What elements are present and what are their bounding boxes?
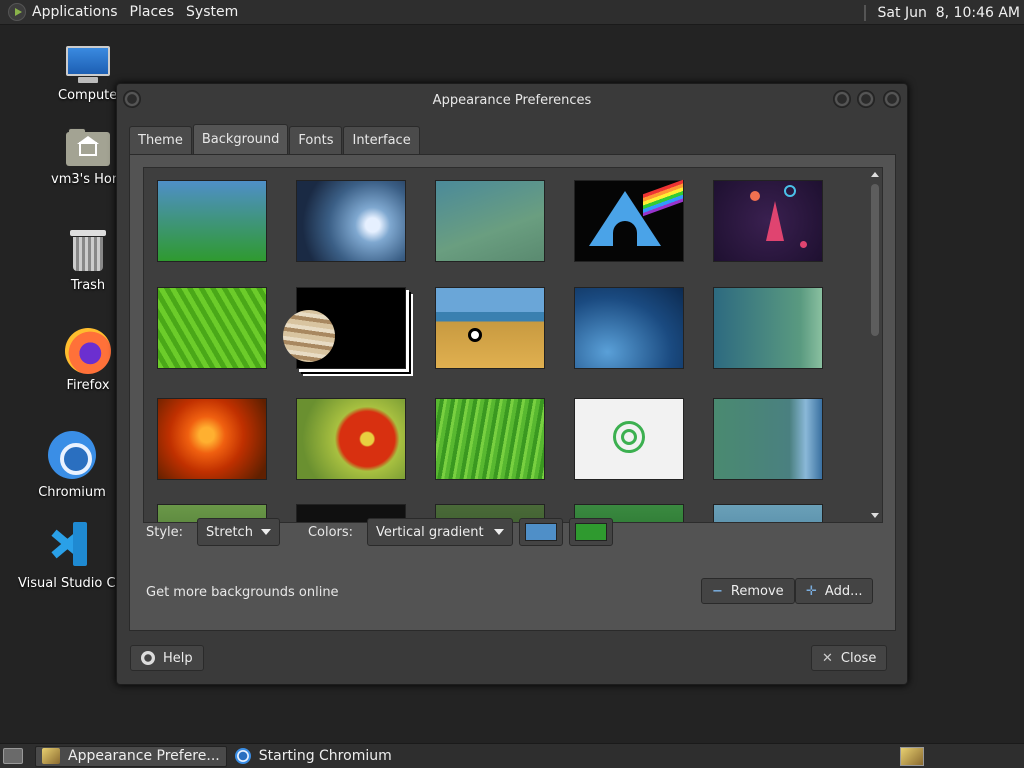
tab-fonts[interactable]: Fonts xyxy=(289,126,343,154)
menu-system[interactable]: System xyxy=(180,4,244,20)
close-icon: ✕ xyxy=(822,650,833,666)
taskbar-item-appearance[interactable]: Appearance Prefere... xyxy=(35,745,227,767)
wallpaper-thumbnail[interactable] xyxy=(296,398,406,480)
trash-icon xyxy=(70,230,106,272)
add-button-label: Add... xyxy=(824,583,863,599)
wallpaper-thumbnail[interactable] xyxy=(157,180,267,262)
chevron-down-icon xyxy=(260,529,271,535)
taskbar-item-chromium[interactable]: Starting Chromium xyxy=(229,746,398,767)
wallpaper-thumbnail[interactable] xyxy=(574,398,684,480)
bottom-taskbar: Appearance Prefere... Starting Chromium xyxy=(0,743,1024,768)
taskbar-item-label: Appearance Prefere... xyxy=(68,748,220,764)
window-menu-icon[interactable] xyxy=(123,90,141,108)
help-button-label: Help xyxy=(163,650,193,666)
wallpaper-thumbnail[interactable] xyxy=(435,180,545,262)
desktop-icon-label: Chromium xyxy=(38,485,106,500)
colors-label: Colors: xyxy=(307,524,354,540)
help-icon xyxy=(141,651,155,665)
colors-select-value: Vertical gradient xyxy=(376,524,484,540)
wallpaper-thumbnail[interactable] xyxy=(713,180,823,262)
wallpaper-thumbnail[interactable] xyxy=(435,398,545,480)
wallpaper-thumbnail[interactable] xyxy=(574,179,684,262)
desktop-icon-vscode[interactable]: Visual Studio Code xyxy=(18,522,116,591)
chromium-icon xyxy=(48,431,96,479)
titlebar[interactable]: Appearance Preferences xyxy=(117,84,907,116)
show-desktop-icon[interactable] xyxy=(3,748,23,764)
workspace-switcher-icon[interactable] xyxy=(900,747,924,766)
close-button-label: Close xyxy=(840,650,877,666)
background-panel: Style: Stretch Colors: Vertical gradient… xyxy=(129,154,896,631)
wallpaper-thumbnail[interactable] xyxy=(713,398,823,480)
menu-applications[interactable]: Applications xyxy=(26,4,124,20)
primary-color-swatch xyxy=(525,523,558,541)
secondary-color-swatch xyxy=(575,523,608,541)
home-folder-icon xyxy=(66,128,110,166)
desktop-icon-label: Visual Studio Code xyxy=(18,576,116,591)
vscode-icon xyxy=(45,522,89,566)
wallpaper-gallery[interactable] xyxy=(143,167,883,523)
appearance-preferences-dialog: Appearance Preferences Theme Background … xyxy=(116,83,908,685)
desktop-icon-chromium[interactable]: Chromium xyxy=(22,431,122,500)
style-select-value: Stretch xyxy=(206,524,253,540)
style-select[interactable]: Stretch xyxy=(197,518,280,546)
wallpaper-thumbnail[interactable] xyxy=(574,287,684,369)
wallpaper-thumbnail[interactable] xyxy=(713,287,823,369)
top-panel: Applications Places System Sat Jun 8, 10… xyxy=(0,0,1024,25)
style-label: Style: xyxy=(146,524,184,540)
maximize-icon[interactable] xyxy=(857,90,875,108)
close-window-icon[interactable] xyxy=(883,90,901,108)
tab-background[interactable]: Background xyxy=(192,124,289,154)
close-button[interactable]: ✕ Close xyxy=(811,645,888,671)
chromium-small-icon xyxy=(234,748,251,764)
scroll-thumb[interactable] xyxy=(871,184,879,336)
help-button[interactable]: Help xyxy=(130,645,204,671)
remove-button-label: Remove xyxy=(730,583,784,599)
wallpaper-thumbnail[interactable] xyxy=(435,287,545,369)
clock[interactable]: Sat Jun 8, 10:46 AM xyxy=(863,0,1020,25)
clock-separator xyxy=(863,4,866,21)
applications-menu-icon[interactable] xyxy=(8,3,26,21)
chevron-down-icon xyxy=(494,529,505,535)
wallpaper-thumbnail[interactable] xyxy=(296,180,406,262)
scroll-up-icon[interactable] xyxy=(871,172,879,177)
tab-bar: Theme Background Fonts Interface xyxy=(129,124,421,154)
menu-places[interactable]: Places xyxy=(124,4,181,20)
dialog-title: Appearance Preferences xyxy=(432,92,592,108)
minimize-icon[interactable] xyxy=(833,90,851,108)
wallpaper-thumbnail[interactable] xyxy=(157,287,267,369)
taskbar-item-label: Starting Chromium xyxy=(258,748,392,764)
primary-color-button[interactable] xyxy=(519,518,564,546)
tab-theme[interactable]: Theme xyxy=(129,126,192,154)
firefox-icon xyxy=(65,328,111,374)
remove-icon: − xyxy=(712,583,723,599)
appearance-app-icon xyxy=(42,748,60,764)
computer-icon xyxy=(64,46,112,84)
gallery-scrollbar[interactable] xyxy=(870,170,880,520)
wallpaper-thumbnail[interactable] xyxy=(283,287,406,369)
get-more-backgrounds-link[interactable]: Get more backgrounds online xyxy=(146,585,339,600)
tab-interface[interactable]: Interface xyxy=(343,126,420,154)
clock-text: Sat Jun 8, 10:46 AM xyxy=(877,4,1020,21)
secondary-color-button[interactable] xyxy=(569,518,614,546)
remove-button[interactable]: − Remove xyxy=(701,578,795,604)
background-options-row: Style: Stretch Colors: Vertical gradient xyxy=(146,517,886,547)
add-button[interactable]: ✛ Add... xyxy=(795,578,874,604)
add-icon: ✛ xyxy=(806,583,817,599)
colors-select[interactable]: Vertical gradient xyxy=(367,518,514,546)
wallpaper-thumbnail[interactable] xyxy=(157,398,267,480)
